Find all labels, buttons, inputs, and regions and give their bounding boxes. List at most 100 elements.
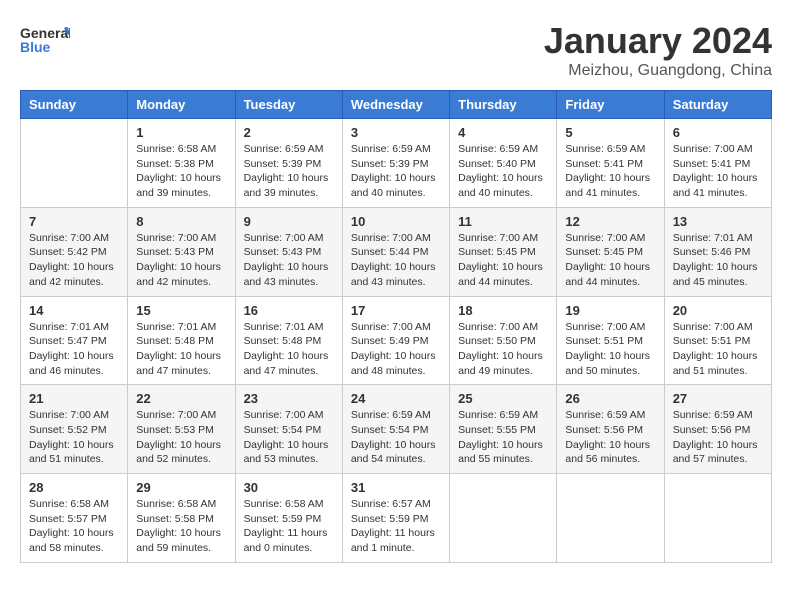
day-number: 3 xyxy=(351,125,441,140)
day-info: Sunrise: 6:59 AMSunset: 5:54 PMDaylight:… xyxy=(351,408,441,467)
day-number: 14 xyxy=(29,303,119,318)
col-sunday: Sunday xyxy=(21,91,128,119)
table-cell: 22 Sunrise: 7:00 AMSunset: 5:53 PMDaylig… xyxy=(128,385,235,474)
day-info: Sunrise: 6:59 AMSunset: 5:56 PMDaylight:… xyxy=(565,408,655,467)
day-info: Sunrise: 6:59 AMSunset: 5:40 PMDaylight:… xyxy=(458,142,548,201)
day-info: Sunrise: 6:58 AMSunset: 5:59 PMDaylight:… xyxy=(244,497,334,556)
day-number: 20 xyxy=(673,303,763,318)
day-number: 7 xyxy=(29,214,119,229)
table-cell: 1 Sunrise: 6:58 AMSunset: 5:38 PMDayligh… xyxy=(128,119,235,208)
day-number: 18 xyxy=(458,303,548,318)
table-cell: 12 Sunrise: 7:00 AMSunset: 5:45 PMDaylig… xyxy=(557,207,664,296)
day-info: Sunrise: 7:00 AMSunset: 5:51 PMDaylight:… xyxy=(565,320,655,379)
col-monday: Monday xyxy=(128,91,235,119)
day-info: Sunrise: 7:01 AMSunset: 5:46 PMDaylight:… xyxy=(673,231,763,290)
day-number: 23 xyxy=(244,391,334,406)
day-number: 22 xyxy=(136,391,226,406)
day-number: 12 xyxy=(565,214,655,229)
week-row-2: 7 Sunrise: 7:00 AMSunset: 5:42 PMDayligh… xyxy=(21,207,772,296)
table-cell xyxy=(450,474,557,563)
day-number: 11 xyxy=(458,214,548,229)
table-cell: 13 Sunrise: 7:01 AMSunset: 5:46 PMDaylig… xyxy=(664,207,771,296)
col-wednesday: Wednesday xyxy=(342,91,449,119)
day-number: 19 xyxy=(565,303,655,318)
day-info: Sunrise: 6:57 AMSunset: 5:59 PMDaylight:… xyxy=(351,497,441,556)
day-info: Sunrise: 7:00 AMSunset: 5:52 PMDaylight:… xyxy=(29,408,119,467)
table-cell: 19 Sunrise: 7:00 AMSunset: 5:51 PMDaylig… xyxy=(557,296,664,385)
table-cell: 9 Sunrise: 7:00 AMSunset: 5:43 PMDayligh… xyxy=(235,207,342,296)
week-row-1: 1 Sunrise: 6:58 AMSunset: 5:38 PMDayligh… xyxy=(21,119,772,208)
day-number: 16 xyxy=(244,303,334,318)
svg-text:Blue: Blue xyxy=(20,39,51,55)
table-cell: 2 Sunrise: 6:59 AMSunset: 5:39 PMDayligh… xyxy=(235,119,342,208)
day-info: Sunrise: 7:00 AMSunset: 5:42 PMDaylight:… xyxy=(29,231,119,290)
table-cell xyxy=(21,119,128,208)
day-info: Sunrise: 6:58 AMSunset: 5:38 PMDaylight:… xyxy=(136,142,226,201)
day-number: 15 xyxy=(136,303,226,318)
day-number: 17 xyxy=(351,303,441,318)
day-info: Sunrise: 6:59 AMSunset: 5:55 PMDaylight:… xyxy=(458,408,548,467)
table-cell: 29 Sunrise: 6:58 AMSunset: 5:58 PMDaylig… xyxy=(128,474,235,563)
table-cell: 31 Sunrise: 6:57 AMSunset: 5:59 PMDaylig… xyxy=(342,474,449,563)
day-number: 8 xyxy=(136,214,226,229)
day-info: Sunrise: 7:00 AMSunset: 5:51 PMDaylight:… xyxy=(673,320,763,379)
title-section: January 2024 Meizhou, Guangdong, China xyxy=(544,20,772,80)
table-cell: 27 Sunrise: 6:59 AMSunset: 5:56 PMDaylig… xyxy=(664,385,771,474)
day-number: 25 xyxy=(458,391,548,406)
day-info: Sunrise: 6:58 AMSunset: 5:57 PMDaylight:… xyxy=(29,497,119,556)
table-cell: 23 Sunrise: 7:00 AMSunset: 5:54 PMDaylig… xyxy=(235,385,342,474)
day-number: 21 xyxy=(29,391,119,406)
day-info: Sunrise: 7:00 AMSunset: 5:43 PMDaylight:… xyxy=(244,231,334,290)
day-info: Sunrise: 7:00 AMSunset: 5:50 PMDaylight:… xyxy=(458,320,548,379)
day-info: Sunrise: 7:01 AMSunset: 5:48 PMDaylight:… xyxy=(244,320,334,379)
table-cell: 26 Sunrise: 6:59 AMSunset: 5:56 PMDaylig… xyxy=(557,385,664,474)
table-cell: 7 Sunrise: 7:00 AMSunset: 5:42 PMDayligh… xyxy=(21,207,128,296)
table-cell: 4 Sunrise: 6:59 AMSunset: 5:40 PMDayligh… xyxy=(450,119,557,208)
day-number: 30 xyxy=(244,480,334,495)
logo: General Blue xyxy=(20,20,70,60)
day-number: 9 xyxy=(244,214,334,229)
day-number: 29 xyxy=(136,480,226,495)
col-friday: Friday xyxy=(557,91,664,119)
table-cell: 17 Sunrise: 7:00 AMSunset: 5:49 PMDaylig… xyxy=(342,296,449,385)
day-info: Sunrise: 7:00 AMSunset: 5:41 PMDaylight:… xyxy=(673,142,763,201)
day-info: Sunrise: 7:00 AMSunset: 5:44 PMDaylight:… xyxy=(351,231,441,290)
table-cell: 5 Sunrise: 6:59 AMSunset: 5:41 PMDayligh… xyxy=(557,119,664,208)
table-cell: 6 Sunrise: 7:00 AMSunset: 5:41 PMDayligh… xyxy=(664,119,771,208)
page-header: General Blue January 2024 Meizhou, Guang… xyxy=(20,20,772,80)
table-cell xyxy=(557,474,664,563)
table-cell: 8 Sunrise: 7:00 AMSunset: 5:43 PMDayligh… xyxy=(128,207,235,296)
day-info: Sunrise: 6:59 AMSunset: 5:41 PMDaylight:… xyxy=(565,142,655,201)
table-cell xyxy=(664,474,771,563)
day-info: Sunrise: 6:58 AMSunset: 5:58 PMDaylight:… xyxy=(136,497,226,556)
day-info: Sunrise: 6:59 AMSunset: 5:56 PMDaylight:… xyxy=(673,408,763,467)
location-title: Meizhou, Guangdong, China xyxy=(544,62,772,80)
col-saturday: Saturday xyxy=(664,91,771,119)
week-row-4: 21 Sunrise: 7:00 AMSunset: 5:52 PMDaylig… xyxy=(21,385,772,474)
table-cell: 14 Sunrise: 7:01 AMSunset: 5:47 PMDaylig… xyxy=(21,296,128,385)
day-info: Sunrise: 7:00 AMSunset: 5:45 PMDaylight:… xyxy=(565,231,655,290)
day-number: 24 xyxy=(351,391,441,406)
table-cell: 10 Sunrise: 7:00 AMSunset: 5:44 PMDaylig… xyxy=(342,207,449,296)
table-cell: 30 Sunrise: 6:58 AMSunset: 5:59 PMDaylig… xyxy=(235,474,342,563)
day-info: Sunrise: 7:01 AMSunset: 5:47 PMDaylight:… xyxy=(29,320,119,379)
month-title: January 2024 xyxy=(544,20,772,62)
calendar-table: Sunday Monday Tuesday Wednesday Thursday… xyxy=(20,90,772,563)
day-info: Sunrise: 7:00 AMSunset: 5:49 PMDaylight:… xyxy=(351,320,441,379)
day-number: 4 xyxy=(458,125,548,140)
table-cell: 18 Sunrise: 7:00 AMSunset: 5:50 PMDaylig… xyxy=(450,296,557,385)
day-number: 6 xyxy=(673,125,763,140)
day-number: 10 xyxy=(351,214,441,229)
day-info: Sunrise: 6:59 AMSunset: 5:39 PMDaylight:… xyxy=(244,142,334,201)
day-number: 28 xyxy=(29,480,119,495)
table-cell: 20 Sunrise: 7:00 AMSunset: 5:51 PMDaylig… xyxy=(664,296,771,385)
table-cell: 25 Sunrise: 6:59 AMSunset: 5:55 PMDaylig… xyxy=(450,385,557,474)
day-number: 31 xyxy=(351,480,441,495)
day-number: 13 xyxy=(673,214,763,229)
week-row-3: 14 Sunrise: 7:01 AMSunset: 5:47 PMDaylig… xyxy=(21,296,772,385)
day-info: Sunrise: 6:59 AMSunset: 5:39 PMDaylight:… xyxy=(351,142,441,201)
table-cell: 3 Sunrise: 6:59 AMSunset: 5:39 PMDayligh… xyxy=(342,119,449,208)
day-number: 2 xyxy=(244,125,334,140)
day-info: Sunrise: 7:00 AMSunset: 5:43 PMDaylight:… xyxy=(136,231,226,290)
table-cell: 21 Sunrise: 7:00 AMSunset: 5:52 PMDaylig… xyxy=(21,385,128,474)
